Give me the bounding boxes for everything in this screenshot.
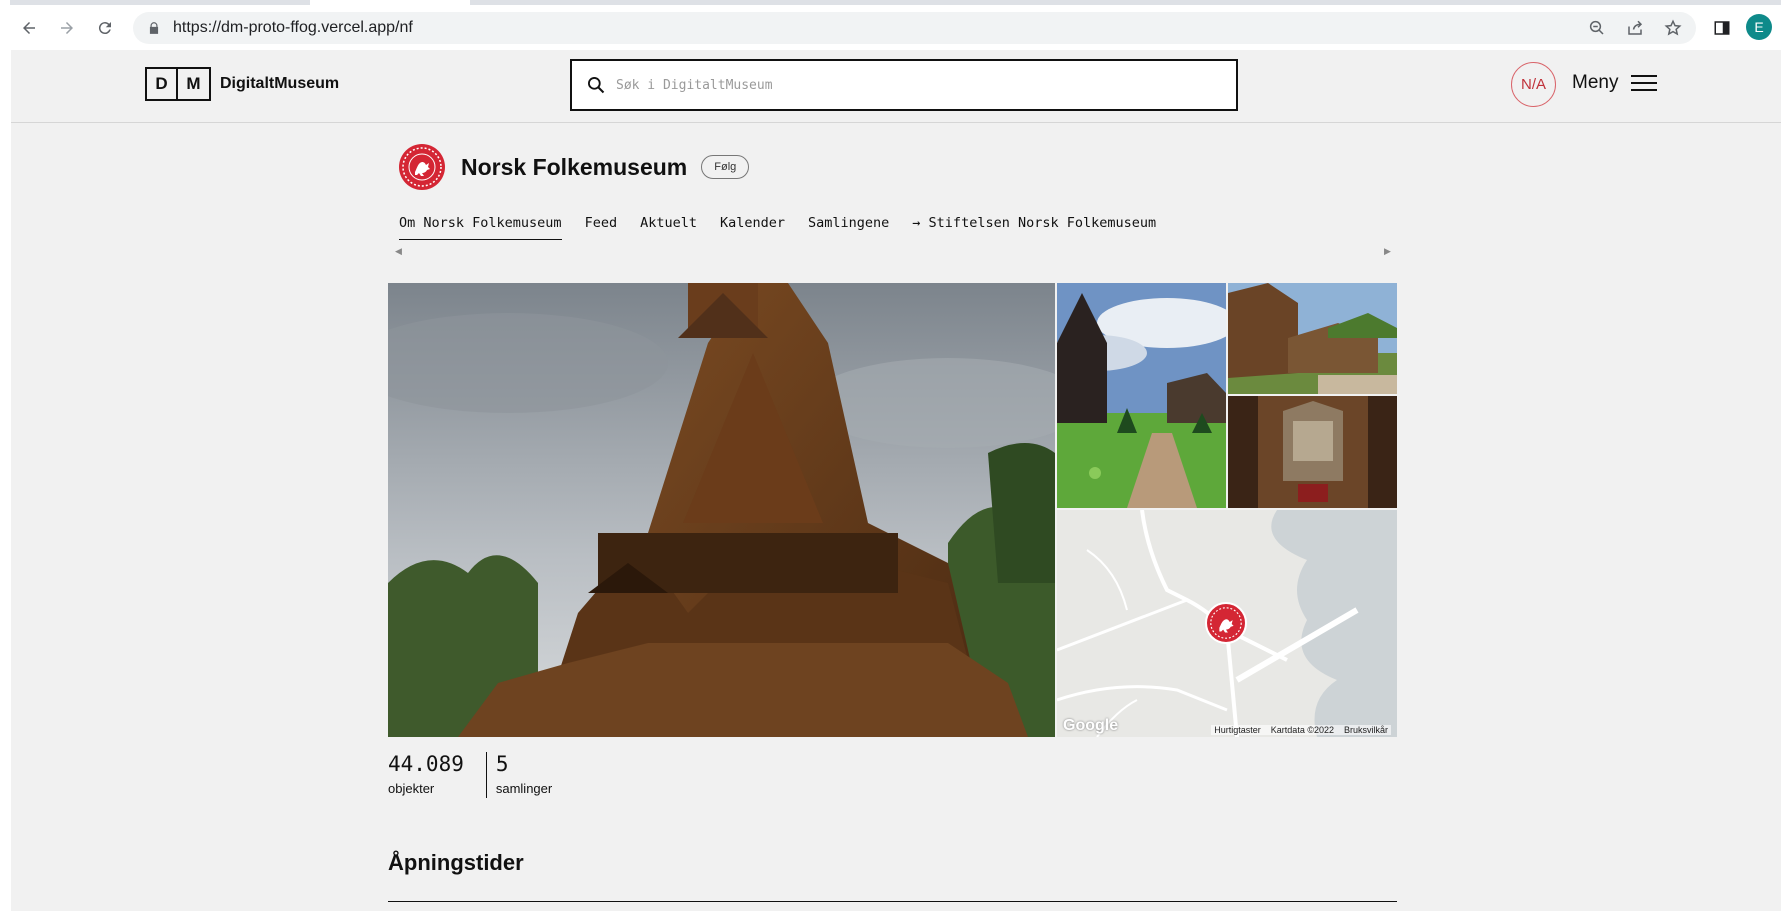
- site-header: D M DigitaltMuseum N/A Meny: [11, 50, 1781, 123]
- image-gallery: Google Hurtigtaster Kartdata ©2022 Bruks…: [388, 283, 1397, 737]
- share-button[interactable]: [1620, 12, 1650, 44]
- search-box[interactable]: [570, 59, 1238, 111]
- tabs-scroll-left-icon[interactable]: ◀: [395, 246, 402, 257]
- museum-tabs: Om Norsk Folkemuseum Feed Aktuelt Kalend…: [399, 215, 1179, 240]
- church-path-photo[interactable]: [1057, 283, 1226, 508]
- lock-icon: [147, 20, 163, 36]
- logo-letter-m: M: [178, 67, 211, 101]
- map-pin-icon[interactable]: [1205, 602, 1247, 644]
- stat-objects-value: 44.089: [388, 752, 464, 776]
- church-interior-photo[interactable]: [1228, 396, 1397, 508]
- stat-collections-label: samlinger: [495, 781, 553, 796]
- search-input[interactable]: [616, 77, 1216, 93]
- map-data-credit: Kartdata ©2022: [1270, 725, 1334, 735]
- menu-label: Meny: [1572, 72, 1619, 93]
- follow-button[interactable]: Følg: [701, 155, 750, 179]
- stat-collections[interactable]: 5 samlinger: [496, 752, 552, 798]
- zoom-out-icon: [1589, 20, 1604, 35]
- tab-strip: [10, 0, 1781, 5]
- stat-divider: [485, 752, 487, 798]
- zoom-button[interactable]: [1582, 12, 1612, 44]
- browser-chrome: https://dm-proto-ffog.vercel.app/nf E: [0, 0, 1781, 50]
- back-button[interactable]: [14, 13, 44, 43]
- museum-title: Norsk Folkemuseum: [461, 153, 688, 180]
- tab-om-norsk-folkemuseum[interactable]: Om Norsk Folkemuseum: [399, 215, 562, 240]
- map-terms-link[interactable]: Bruksvilkår: [1344, 725, 1388, 735]
- tabs-scroll-right-icon[interactable]: ▶: [1384, 246, 1391, 257]
- stave-church-photo[interactable]: [388, 283, 1055, 737]
- stat-objects-label: objekter: [388, 781, 435, 796]
- profile-avatar[interactable]: E: [1746, 14, 1772, 40]
- tab-aktuelt[interactable]: Aktuelt: [640, 215, 697, 240]
- active-tab[interactable]: [310, 0, 470, 5]
- stat-objects[interactable]: 44.089 objekter: [388, 752, 464, 798]
- hamburger-icon: [1631, 75, 1658, 91]
- arrow-left-icon: [23, 22, 35, 34]
- map-brand-logo: Google: [1063, 717, 1119, 734]
- bookmark-button[interactable]: [1658, 12, 1688, 44]
- map-shortcuts-link[interactable]: Hurtigtaster: [1214, 725, 1261, 735]
- logo-name: DigitaltMuseum: [220, 75, 340, 92]
- search-icon: [586, 74, 608, 96]
- tab-samlingene[interactable]: Samlingene: [808, 215, 889, 240]
- section-divider: [388, 901, 1397, 902]
- tab-feed[interactable]: Feed: [585, 215, 618, 240]
- museum-stats: 44.089 objekter 5 samlinger: [388, 752, 552, 798]
- logo-letter-d: D: [145, 67, 178, 101]
- arrow-right-icon: [61, 22, 73, 34]
- menu-button[interactable]: Meny: [1572, 72, 1658, 94]
- reload-button[interactable]: [90, 13, 120, 43]
- log-buildings-photo[interactable]: [1228, 283, 1397, 394]
- map-attribution: Hurtigtaster Kartdata ©2022 Bruksvilkår: [1211, 725, 1391, 735]
- museum-seal-icon: [399, 144, 445, 190]
- user-badge[interactable]: N/A: [1511, 62, 1556, 107]
- stat-collections-value: 5: [495, 752, 509, 776]
- side-panel-button[interactable]: [1708, 14, 1736, 42]
- tab-kalender[interactable]: Kalender: [720, 215, 785, 240]
- site-logo[interactable]: D M DigitaltMuseum: [145, 67, 339, 101]
- share-icon: [1628, 20, 1643, 35]
- forward-button[interactable]: [52, 13, 82, 43]
- location-map[interactable]: Google Hurtigtaster Kartdata ©2022 Bruks…: [1057, 510, 1397, 737]
- star-icon: [1664, 19, 1682, 36]
- side-panel-icon: [1714, 21, 1730, 35]
- reload-icon: [98, 22, 111, 35]
- address-bar[interactable]: https://dm-proto-ffog.vercel.app/nf: [133, 12, 1696, 44]
- opening-hours-heading: Åpningstider: [388, 850, 524, 875]
- tab-stiftelsen[interactable]: → Stiftelsen Norsk Folkemuseum: [912, 215, 1156, 240]
- url-text[interactable]: https://dm-proto-ffog.vercel.app/nf: [173, 19, 413, 37]
- museum-header: Norsk Folkemuseum Følg: [399, 144, 750, 190]
